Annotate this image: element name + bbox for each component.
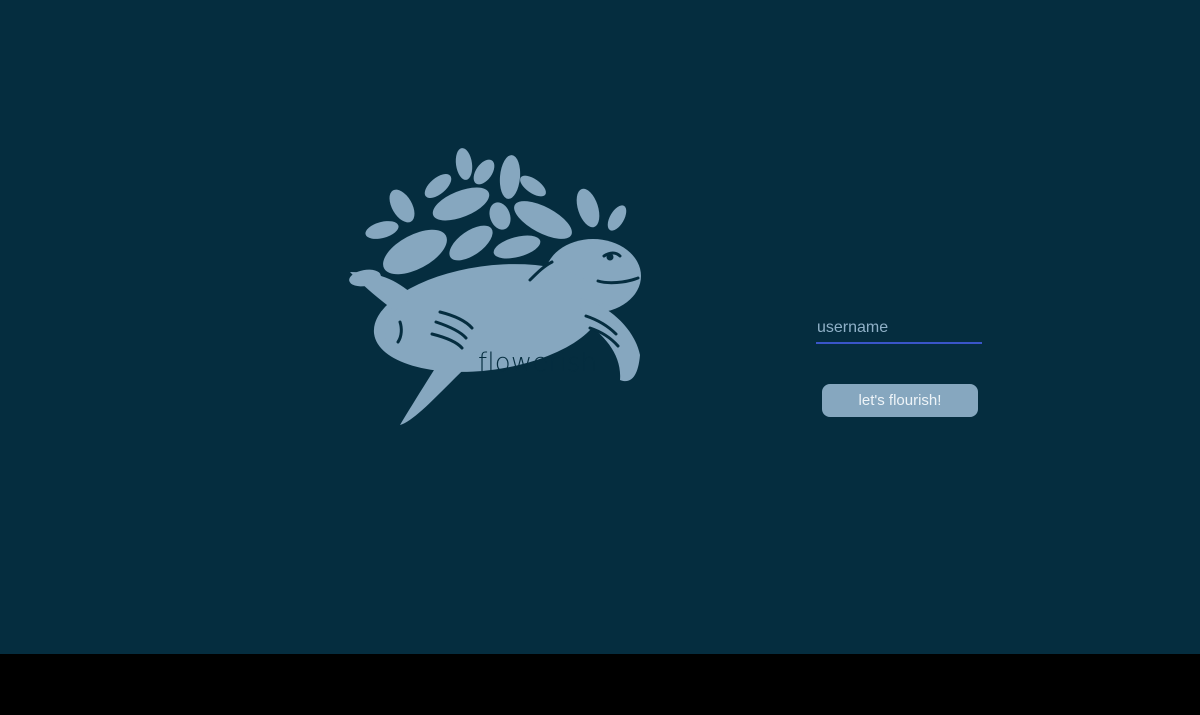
bottom-black-bar <box>0 654 1200 715</box>
brand-wordmark: flowerish <box>478 348 598 378</box>
lets-flourish-button[interactable]: let's flourish! <box>822 384 978 417</box>
flowerish-logo: flowerish <box>340 140 650 435</box>
username-input[interactable] <box>816 314 982 344</box>
app-window: flowerish let's flourish! <box>0 0 1200 654</box>
login-form: let's flourish! <box>816 314 984 417</box>
sea-turtle-icon <box>349 148 641 425</box>
